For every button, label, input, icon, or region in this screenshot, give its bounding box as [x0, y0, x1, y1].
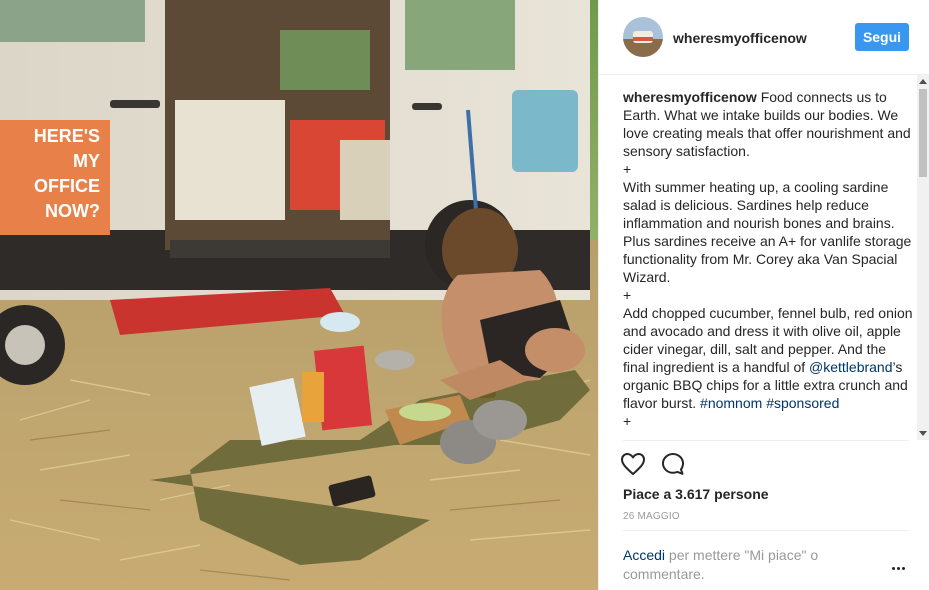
van-sign-line: NOW?	[45, 201, 100, 221]
caption-scrollbar[interactable]	[917, 75, 929, 440]
van-sign-line: HERE'S	[33, 126, 100, 146]
header-username[interactable]: wheresmyofficenow	[673, 30, 807, 46]
instagram-post-view: wheresmyofficenow Segui wheresmyofficeno…	[0, 0, 929, 590]
comment-login-prompt: Accedi per mettere "Mi piace" o commenta…	[623, 546, 863, 584]
scroll-up-arrow-icon[interactable]	[919, 79, 927, 84]
comment-bubble-icon[interactable]	[659, 450, 689, 480]
post-date[interactable]: 26 MAGGIO	[623, 511, 680, 522]
post-side-panel: wheresmyofficenow Segui wheresmyofficeno…	[598, 0, 929, 590]
likes-count[interactable]: Piace a 3.617 persone	[623, 486, 769, 502]
caption-text-2: With summer heating up, a cooling sardin…	[623, 179, 912, 285]
follow-button[interactable]: Segui	[855, 23, 909, 51]
caption-username[interactable]: wheresmyofficenow	[623, 89, 757, 105]
caption: wheresmyofficenow Food connects us to Ea…	[623, 88, 913, 430]
caption-paragraph-3: Add chopped cucumber, fennel bulb, red o…	[623, 304, 913, 412]
scrollbar-thumb[interactable]	[919, 89, 927, 177]
divider	[623, 440, 909, 441]
van-sign-line: MY	[73, 151, 100, 171]
heart-icon[interactable]	[619, 450, 649, 480]
more-options-icon[interactable]	[892, 562, 910, 574]
hashtag-link[interactable]: #sponsored	[766, 395, 839, 411]
divider	[623, 530, 909, 531]
login-link[interactable]: Accedi	[623, 547, 665, 563]
caption-separator: +	[623, 161, 632, 177]
mention-link[interactable]: @kettlebrand	[809, 359, 892, 375]
scroll-down-arrow-icon[interactable]	[919, 431, 927, 436]
caption-scroll-area[interactable]: wheresmyofficenow Food connects us to Ea…	[623, 88, 913, 440]
caption-separator: +	[623, 413, 632, 429]
caption-separator: +	[623, 287, 632, 303]
hashtag-link[interactable]: #nomnom	[700, 395, 762, 411]
photo-illustration	[0, 0, 598, 590]
avatar[interactable]	[623, 17, 663, 57]
van-sign: HERE'S MY OFFICE NOW?	[0, 124, 106, 234]
van-sign-line: OFFICE	[34, 176, 100, 196]
post-header: wheresmyofficenow Segui	[599, 0, 929, 75]
post-photo[interactable]	[0, 0, 598, 590]
caption-paragraph-1: wheresmyofficenow Food connects us to Ea…	[623, 88, 913, 160]
